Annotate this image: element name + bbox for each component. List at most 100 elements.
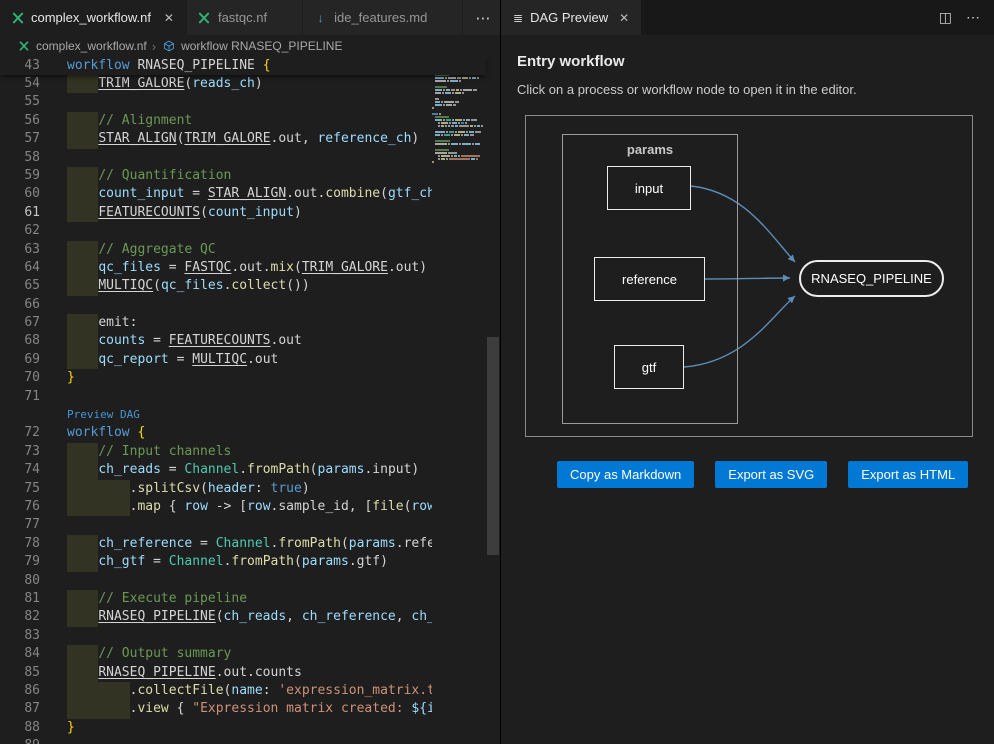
sticky-scroll-line[interactable]: 43workflow RNASEQ_PIPELINE { <box>0 57 486 75</box>
code-line-88[interactable]: 88} <box>0 719 432 737</box>
nextflow-icon <box>16 39 31 54</box>
export-as-svg-button[interactable]: Export as SVG <box>715 461 827 488</box>
symbol-cube-icon <box>161 39 176 54</box>
code-line-71[interactable]: 71 <box>0 388 432 406</box>
export-as-html-button[interactable]: Export as HTML <box>848 461 968 488</box>
breadcrumb-file[interactable]: complex_workflow.nf <box>16 39 147 54</box>
line-number: 66 <box>0 296 40 314</box>
line-number: 88 <box>0 719 40 737</box>
dag-node-reference[interactable]: reference <box>594 257 705 301</box>
code-line-57[interactable]: 57 STAR_ALIGN(TRIM_GALORE.out, reference… <box>0 130 432 148</box>
code-line-63[interactable]: 63 // Aggregate QC <box>0 241 432 259</box>
tab-dag-preview[interactable]: ≣ DAG Preview ✕ <box>501 0 641 35</box>
code-line-86[interactable]: 86 .collectFile(name: 'expression_matrix… <box>0 682 432 700</box>
line-number: 57 <box>0 130 40 148</box>
editor-tab-ide_features.md[interactable]: ↓ide_features.md✕ <box>303 0 463 35</box>
cluster-label: params <box>563 142 737 157</box>
line-number: 73 <box>0 443 40 461</box>
line-number: 80 <box>0 572 40 590</box>
line-number: 83 <box>0 627 40 645</box>
code-line-81[interactable]: 81 // Execute pipeline <box>0 590 432 608</box>
chevron-right-icon: › <box>152 39 156 54</box>
tab-label: complex_workflow.nf <box>31 10 151 25</box>
editor-scrollbar[interactable] <box>486 57 500 744</box>
nextflow-icon <box>10 10 25 25</box>
code-line-84[interactable]: 84 // Output summary <box>0 645 432 663</box>
code-line-72[interactable]: 72workflow { <box>0 424 432 442</box>
code-line-65[interactable]: 65 MULTIQC(qc_files.collect()) <box>0 277 432 295</box>
codelens-preview-dag[interactable]: Preview DAG <box>0 406 432 424</box>
tab-overflow-icon[interactable]: ⋯ <box>463 0 502 35</box>
dag-canvas: params input reference gtf RNASEQ_PIPELI… <box>525 115 973 437</box>
code-line-82[interactable]: 82 RNASEQ_PIPELINE(ch_reads, ch_referenc… <box>0 608 432 626</box>
code-line-69[interactable]: 69 qc_report = MULTIQC.out <box>0 351 432 369</box>
code-line-74[interactable]: 74 ch_reads = Channel.fromPath(params.in… <box>0 461 432 479</box>
line-number: 68 <box>0 332 40 350</box>
dag-node-rnaseq-pipeline[interactable]: RNASEQ_PIPELINE <box>799 260 944 297</box>
copy-as-markdown-button[interactable]: Copy as Markdown <box>557 461 694 488</box>
code-line-55[interactable]: 55 <box>0 93 432 111</box>
dag-node-input[interactable]: input <box>607 166 691 210</box>
code-line-87[interactable]: 87 .view { "Expression matrix created: $… <box>0 700 432 718</box>
code-line-73[interactable]: 73 // Input channels <box>0 443 432 461</box>
line-number: 58 <box>0 149 40 167</box>
line-number: 43 <box>0 57 40 75</box>
panel-description: Click on a process or workflow node to o… <box>517 82 978 97</box>
minimap[interactable] <box>432 59 486 744</box>
code-line-64[interactable]: 64 qc_files = FASTQC.out.mix(TRIM_GALORE… <box>0 259 432 277</box>
code-line-85[interactable]: 85 RNASEQ_PIPELINE.out.counts <box>0 664 432 682</box>
line-number: 78 <box>0 535 40 553</box>
code-line-80[interactable]: 80 <box>0 572 432 590</box>
breadcrumb-symbol-label: workflow RNASEQ_PIPELINE <box>181 39 342 53</box>
code-line-54[interactable]: 54 TRIM_GALORE(reads_ch) <box>0 75 432 93</box>
code-line-61[interactable]: 61 FEATURECOUNTS(count_input) <box>0 204 432 222</box>
code-line-70[interactable]: 70} <box>0 369 432 387</box>
editor-tab-complex_workflow.nf[interactable]: complex_workflow.nf ✕ <box>0 0 187 35</box>
code-line-59[interactable]: 59 // Quantification <box>0 167 432 185</box>
line-number: 79 <box>0 553 40 571</box>
line-number: 82 <box>0 608 40 626</box>
code-line-66[interactable]: 66 <box>0 296 432 314</box>
code-line-78[interactable]: 78 ch_reference = Channel.fromPath(param… <box>0 535 432 553</box>
code-line-62[interactable]: 62 <box>0 222 432 240</box>
line-number: 89 <box>0 737 40 744</box>
code-line-75[interactable]: 75 .splitCsv(header: true) <box>0 480 432 498</box>
line-number: 61 <box>0 204 40 222</box>
code-line-67[interactable]: 67 emit: <box>0 314 432 332</box>
line-number: 71 <box>0 388 40 406</box>
close-icon[interactable]: ✕ <box>619 11 629 25</box>
code-line-60[interactable]: 60 count_input = STAR_ALIGN.out.combine(… <box>0 185 432 203</box>
breadcrumb: complex_workflow.nf › workflow RNASEQ_PI… <box>0 35 500 57</box>
markdown-icon: ↓ <box>313 10 328 25</box>
panel-header: ≣ DAG Preview ✕ ◫ ⋯ <box>501 0 994 35</box>
line-number: 85 <box>0 664 40 682</box>
code-line-56[interactable]: 56 // Alignment <box>0 112 432 130</box>
line-number: 63 <box>0 241 40 259</box>
code-line-76[interactable]: 76 .map { row -> [row.sample_id, [file(r… <box>0 498 432 516</box>
breadcrumb-file-label: complex_workflow.nf <box>36 39 147 53</box>
line-number: 77 <box>0 516 40 534</box>
more-actions-icon[interactable]: ⋯ <box>966 9 980 26</box>
line-number: 75 <box>0 480 40 498</box>
line-number: 60 <box>0 185 40 203</box>
panel-actions: ◫ ⋯ <box>939 0 994 35</box>
line-number: 86 <box>0 682 40 700</box>
split-editor-icon[interactable]: ◫ <box>939 9 952 26</box>
panel-heading: Entry workflow <box>517 53 978 70</box>
editor-tab-fastqc.nf[interactable]: fastqc.nf✕ <box>187 0 303 35</box>
code-line-83[interactable]: 83 <box>0 627 432 645</box>
code-line-77[interactable]: 77 <box>0 516 432 534</box>
dag-node-gtf[interactable]: gtf <box>614 345 684 389</box>
scrollbar-thumb[interactable] <box>487 337 499 555</box>
dag-preview-panel: ≣ DAG Preview ✕ ◫ ⋯ Entry workflow Click… <box>500 0 994 744</box>
close-icon[interactable]: ✕ <box>162 11 176 25</box>
tab-label: ide_features.md <box>334 10 427 25</box>
code-line-58[interactable]: 58 <box>0 149 432 167</box>
code-line-68[interactable]: 68 counts = FEATURECOUNTS.out <box>0 332 432 350</box>
code-editor[interactable]: 43workflow RNASEQ_PIPELINE { 54 TRIM_GAL… <box>0 57 500 744</box>
breadcrumb-symbol[interactable]: workflow RNASEQ_PIPELINE <box>161 39 342 54</box>
code-line-89[interactable]: 89 <box>0 737 432 744</box>
editor-pane: complex_workflow.nf ✕ fastqc.nf✕ ↓ ide_featu… <box>0 0 500 744</box>
code-line-79[interactable]: 79 ch_gtf = Channel.fromPath(params.gtf) <box>0 553 432 571</box>
line-number: 62 <box>0 222 40 240</box>
